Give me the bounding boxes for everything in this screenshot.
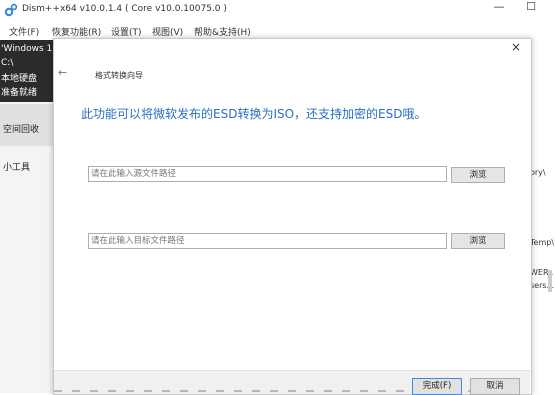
menu-restore[interactable]: 恢复功能(R) bbox=[52, 25, 101, 38]
footer-divider bbox=[54, 390, 474, 392]
menu-file[interactable]: 文件(F) bbox=[9, 25, 39, 38]
system-image-item[interactable]: 'Windows 1 C:\ 本地硬盘 准备就绪 bbox=[0, 40, 55, 102]
app-gear-icon bbox=[4, 3, 18, 17]
bg-path-fragment: ory\ bbox=[530, 168, 546, 177]
source-path-input[interactable] bbox=[88, 166, 447, 182]
window-title: Dism++x64 v10.0.1.4 ( Core v10.0.10075.0… bbox=[22, 4, 227, 14]
dialog-description: 此功能可以将微软发布的ESD转换为ISO，还支持加密的ESD哦。 bbox=[81, 107, 427, 121]
system-status: 准备就绪 bbox=[1, 88, 38, 98]
system-name: 'Windows 1 bbox=[1, 44, 53, 54]
menu-bar: 文件(F) 恢复功能(R) 设置(T) 视图(V) 帮助&支持(H) bbox=[0, 23, 555, 39]
finish-button[interactable]: 完成(F) bbox=[412, 378, 462, 395]
system-drive: C:\ bbox=[1, 58, 14, 68]
cancel-button[interactable]: 取消 bbox=[470, 378, 520, 395]
background-scrollbar[interactable] bbox=[548, 270, 552, 292]
format-convert-dialog bbox=[53, 38, 532, 395]
menu-help[interactable]: 帮助&支持(H) bbox=[194, 25, 251, 38]
target-browse-button[interactable]: 浏览 bbox=[451, 233, 505, 249]
system-disk-type: 本地硬盘 bbox=[1, 74, 38, 84]
target-path-input[interactable] bbox=[88, 233, 447, 249]
source-browse-button[interactable]: 浏览 bbox=[451, 167, 505, 183]
bg-path-fragment: Temp\ bbox=[530, 238, 555, 247]
dialog-title: 格式转换向导 bbox=[95, 71, 143, 80]
maximize-button[interactable]: ☐ bbox=[522, 0, 540, 16]
back-arrow-icon[interactable]: ← bbox=[58, 66, 67, 79]
sidebar-item-tools[interactable]: 小工具 bbox=[3, 160, 30, 173]
menu-settings[interactable]: 设置(T) bbox=[111, 25, 142, 38]
close-icon[interactable]: × bbox=[508, 40, 524, 54]
sidebar-item-space-recycle[interactable]: 空间回收 bbox=[0, 104, 55, 146]
menu-view[interactable]: 视图(V) bbox=[152, 25, 183, 38]
minimize-button[interactable]: — bbox=[490, 0, 508, 16]
sidebar-item-label: 空间回收 bbox=[3, 125, 40, 135]
